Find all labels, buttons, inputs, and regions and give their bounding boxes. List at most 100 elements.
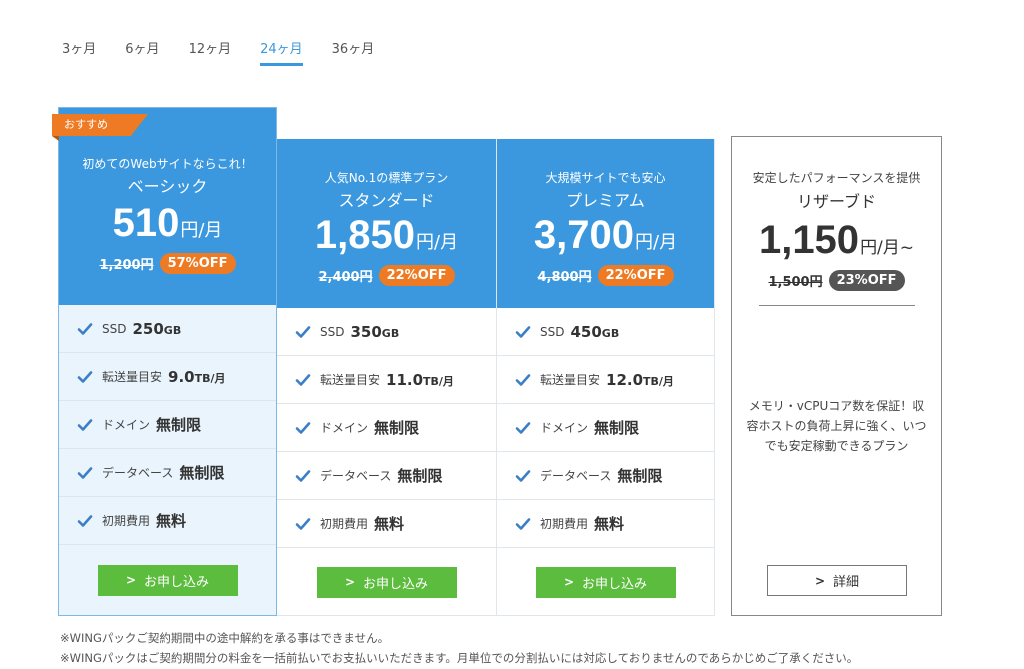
chevron-right-icon: > bbox=[125, 573, 137, 587]
check-icon bbox=[295, 421, 311, 434]
detail-button-label: 詳細 bbox=[833, 575, 860, 590]
feature-label: SSD bbox=[102, 321, 127, 336]
feature-value: 450GB bbox=[570, 323, 619, 341]
apply-button-label: お申し込み bbox=[582, 576, 648, 592]
feature-value: 11.0TB/月 bbox=[386, 371, 454, 389]
feature-unit: TB/月 bbox=[194, 371, 226, 385]
feature-amount: 無料 bbox=[594, 515, 625, 533]
plan-description: メモリ・vCPUコア数を保証！収容ホストの負荷上昇に強く、いつでも安定稼動できる… bbox=[746, 399, 927, 453]
check-icon bbox=[77, 514, 93, 527]
original-price: 2,400円 bbox=[318, 270, 373, 285]
plan-header: おすすめ 初めてのWebサイトならこれ！ ベーシック 510 円/月 1,200… bbox=[52, 108, 276, 305]
divider bbox=[758, 305, 915, 306]
feature-label: ドメイン bbox=[102, 418, 151, 432]
price-unit: 円/月 bbox=[635, 232, 678, 253]
feature-label: ドメイン bbox=[540, 421, 589, 435]
feature-item: 初期費用 無料 bbox=[497, 500, 714, 548]
feature-value: 無制限 bbox=[156, 414, 201, 435]
apply-button-label: お申し込み bbox=[144, 574, 210, 590]
note-line: ※WINGパックご契約期間中の途中解約を承る事はできません。 bbox=[60, 631, 390, 645]
check-icon bbox=[77, 370, 93, 383]
feature-item: SSD 250GB bbox=[59, 305, 276, 353]
discount-row: 1,500円 23%OFF bbox=[732, 270, 941, 291]
feature-item: SSD 350GB bbox=[277, 308, 496, 356]
feature-value: 無制限 bbox=[594, 417, 639, 438]
tab-12-months[interactable]: 12ヶ月 bbox=[189, 38, 232, 66]
feature-amount: 無制限 bbox=[617, 467, 663, 485]
plan-price: 510 円/月 bbox=[59, 203, 276, 243]
feature-item: SSD 450GB bbox=[497, 308, 714, 356]
feature-amount: 無制限 bbox=[397, 467, 443, 485]
apply-button-basic[interactable]: > お申し込み bbox=[97, 564, 238, 596]
feature-amount: 無制限 bbox=[179, 464, 225, 482]
tab-3-months[interactable]: 3ヶ月 bbox=[62, 38, 96, 66]
original-price: 4,800円 bbox=[537, 270, 592, 285]
price-value: 1,150 bbox=[758, 218, 860, 262]
plan-price: 3,700 円/月 bbox=[497, 215, 714, 255]
feature-amount: 11.0 bbox=[386, 370, 424, 389]
discount-row: 1,200円 57%OFF bbox=[59, 253, 276, 274]
apply-button-premium[interactable]: > お申し込み bbox=[535, 566, 676, 598]
feature-amount: 無制限 bbox=[594, 419, 640, 437]
detail-button[interactable]: > 詳細 bbox=[767, 565, 907, 596]
contract-notes: ※WINGパックご契約期間中の途中解約を承る事はできません。 ※WINGパックは… bbox=[60, 628, 858, 668]
price-unit: 円/月 bbox=[416, 232, 459, 253]
period-tabs: 3ヶ月 6ヶ月 12ヶ月 24ヶ月 36ヶ月 bbox=[62, 38, 403, 66]
feature-value: 無料 bbox=[594, 513, 624, 534]
plan-tagline: 大規模サイトでも安心 bbox=[545, 171, 666, 185]
check-icon bbox=[77, 466, 93, 479]
feature-item: 初期費用 無料 bbox=[59, 497, 276, 545]
feature-list: SSD 450GB 転送量目安 12.0TB/月 ドメイン 無制限 データベース 無制限 初期費… bbox=[497, 308, 714, 548]
button-area: > お申し込み bbox=[497, 548, 714, 616]
chevron-right-icon: > bbox=[814, 573, 826, 588]
feature-item: データベース 無制限 bbox=[277, 452, 496, 500]
price-value: 1,850 bbox=[314, 213, 416, 257]
feature-list: SSD 350GB 転送量目安 11.0TB/月 ドメイン 無制限 データベース 無制限 初期費… bbox=[277, 308, 496, 548]
chevron-right-icon: > bbox=[563, 575, 575, 589]
check-icon bbox=[77, 322, 93, 335]
feature-label: 転送量目安 bbox=[540, 373, 601, 387]
original-price: 1,200円 bbox=[99, 258, 154, 273]
feature-item: ドメイン 無制限 bbox=[59, 401, 276, 449]
feature-item: ドメイン 無制限 bbox=[497, 404, 714, 452]
feature-amount: 無制限 bbox=[374, 419, 420, 437]
discount-badge: 57%OFF bbox=[159, 253, 236, 274]
feature-value: 250GB bbox=[132, 320, 181, 338]
feature-amount: 無料 bbox=[374, 515, 405, 533]
feature-amount: 無料 bbox=[156, 512, 187, 530]
plan-header: 大規模サイトでも安心 プレミアム 3,700 円/月 4,800円 22%OFF bbox=[497, 139, 714, 308]
feature-unit: TB/月 bbox=[423, 374, 454, 388]
feature-amount: 無制限 bbox=[156, 416, 202, 434]
discount-badge: 23%OFF bbox=[828, 270, 905, 291]
discount-row: 2,400円 22%OFF bbox=[277, 265, 496, 286]
check-icon bbox=[77, 418, 93, 431]
tab-36-months[interactable]: 36ヶ月 bbox=[332, 38, 375, 66]
check-icon bbox=[295, 469, 311, 482]
feature-label: 初期費用 bbox=[320, 517, 369, 531]
check-icon bbox=[515, 469, 531, 482]
plan-name: ベーシック bbox=[127, 177, 208, 196]
feature-label: データベース bbox=[320, 469, 392, 483]
plan-price: 1,850 円/月 bbox=[277, 215, 496, 255]
tab-6-months[interactable]: 6ヶ月 bbox=[125, 38, 159, 66]
plan-card-premium: 大規模サイトでも安心 プレミアム 3,700 円/月 4,800円 22%OFF… bbox=[496, 139, 715, 616]
check-icon bbox=[295, 517, 311, 530]
check-icon bbox=[515, 517, 531, 530]
feature-label: データベース bbox=[102, 466, 174, 480]
feature-value: 12.0TB/月 bbox=[606, 371, 674, 389]
apply-button-standard[interactable]: > お申し込み bbox=[316, 566, 457, 598]
plan-name: スタンダード bbox=[338, 191, 435, 210]
check-icon bbox=[515, 373, 531, 386]
feature-amount: 250 bbox=[132, 319, 164, 338]
feature-label: データベース bbox=[540, 469, 612, 483]
price-unit: 円/月 bbox=[180, 220, 223, 241]
price-unit: 円/月~ bbox=[860, 238, 915, 258]
feature-label: SSD bbox=[320, 324, 345, 339]
chevron-right-icon: > bbox=[344, 575, 356, 589]
tab-24-months[interactable]: 24ヶ月 bbox=[260, 38, 303, 66]
price-value: 3,700 bbox=[533, 213, 635, 257]
feature-unit: TB/月 bbox=[643, 374, 674, 388]
feature-item: 転送量目安 9.0TB/月 bbox=[59, 353, 276, 401]
feature-label: SSD bbox=[540, 324, 565, 339]
feature-unit: GB bbox=[601, 326, 620, 340]
